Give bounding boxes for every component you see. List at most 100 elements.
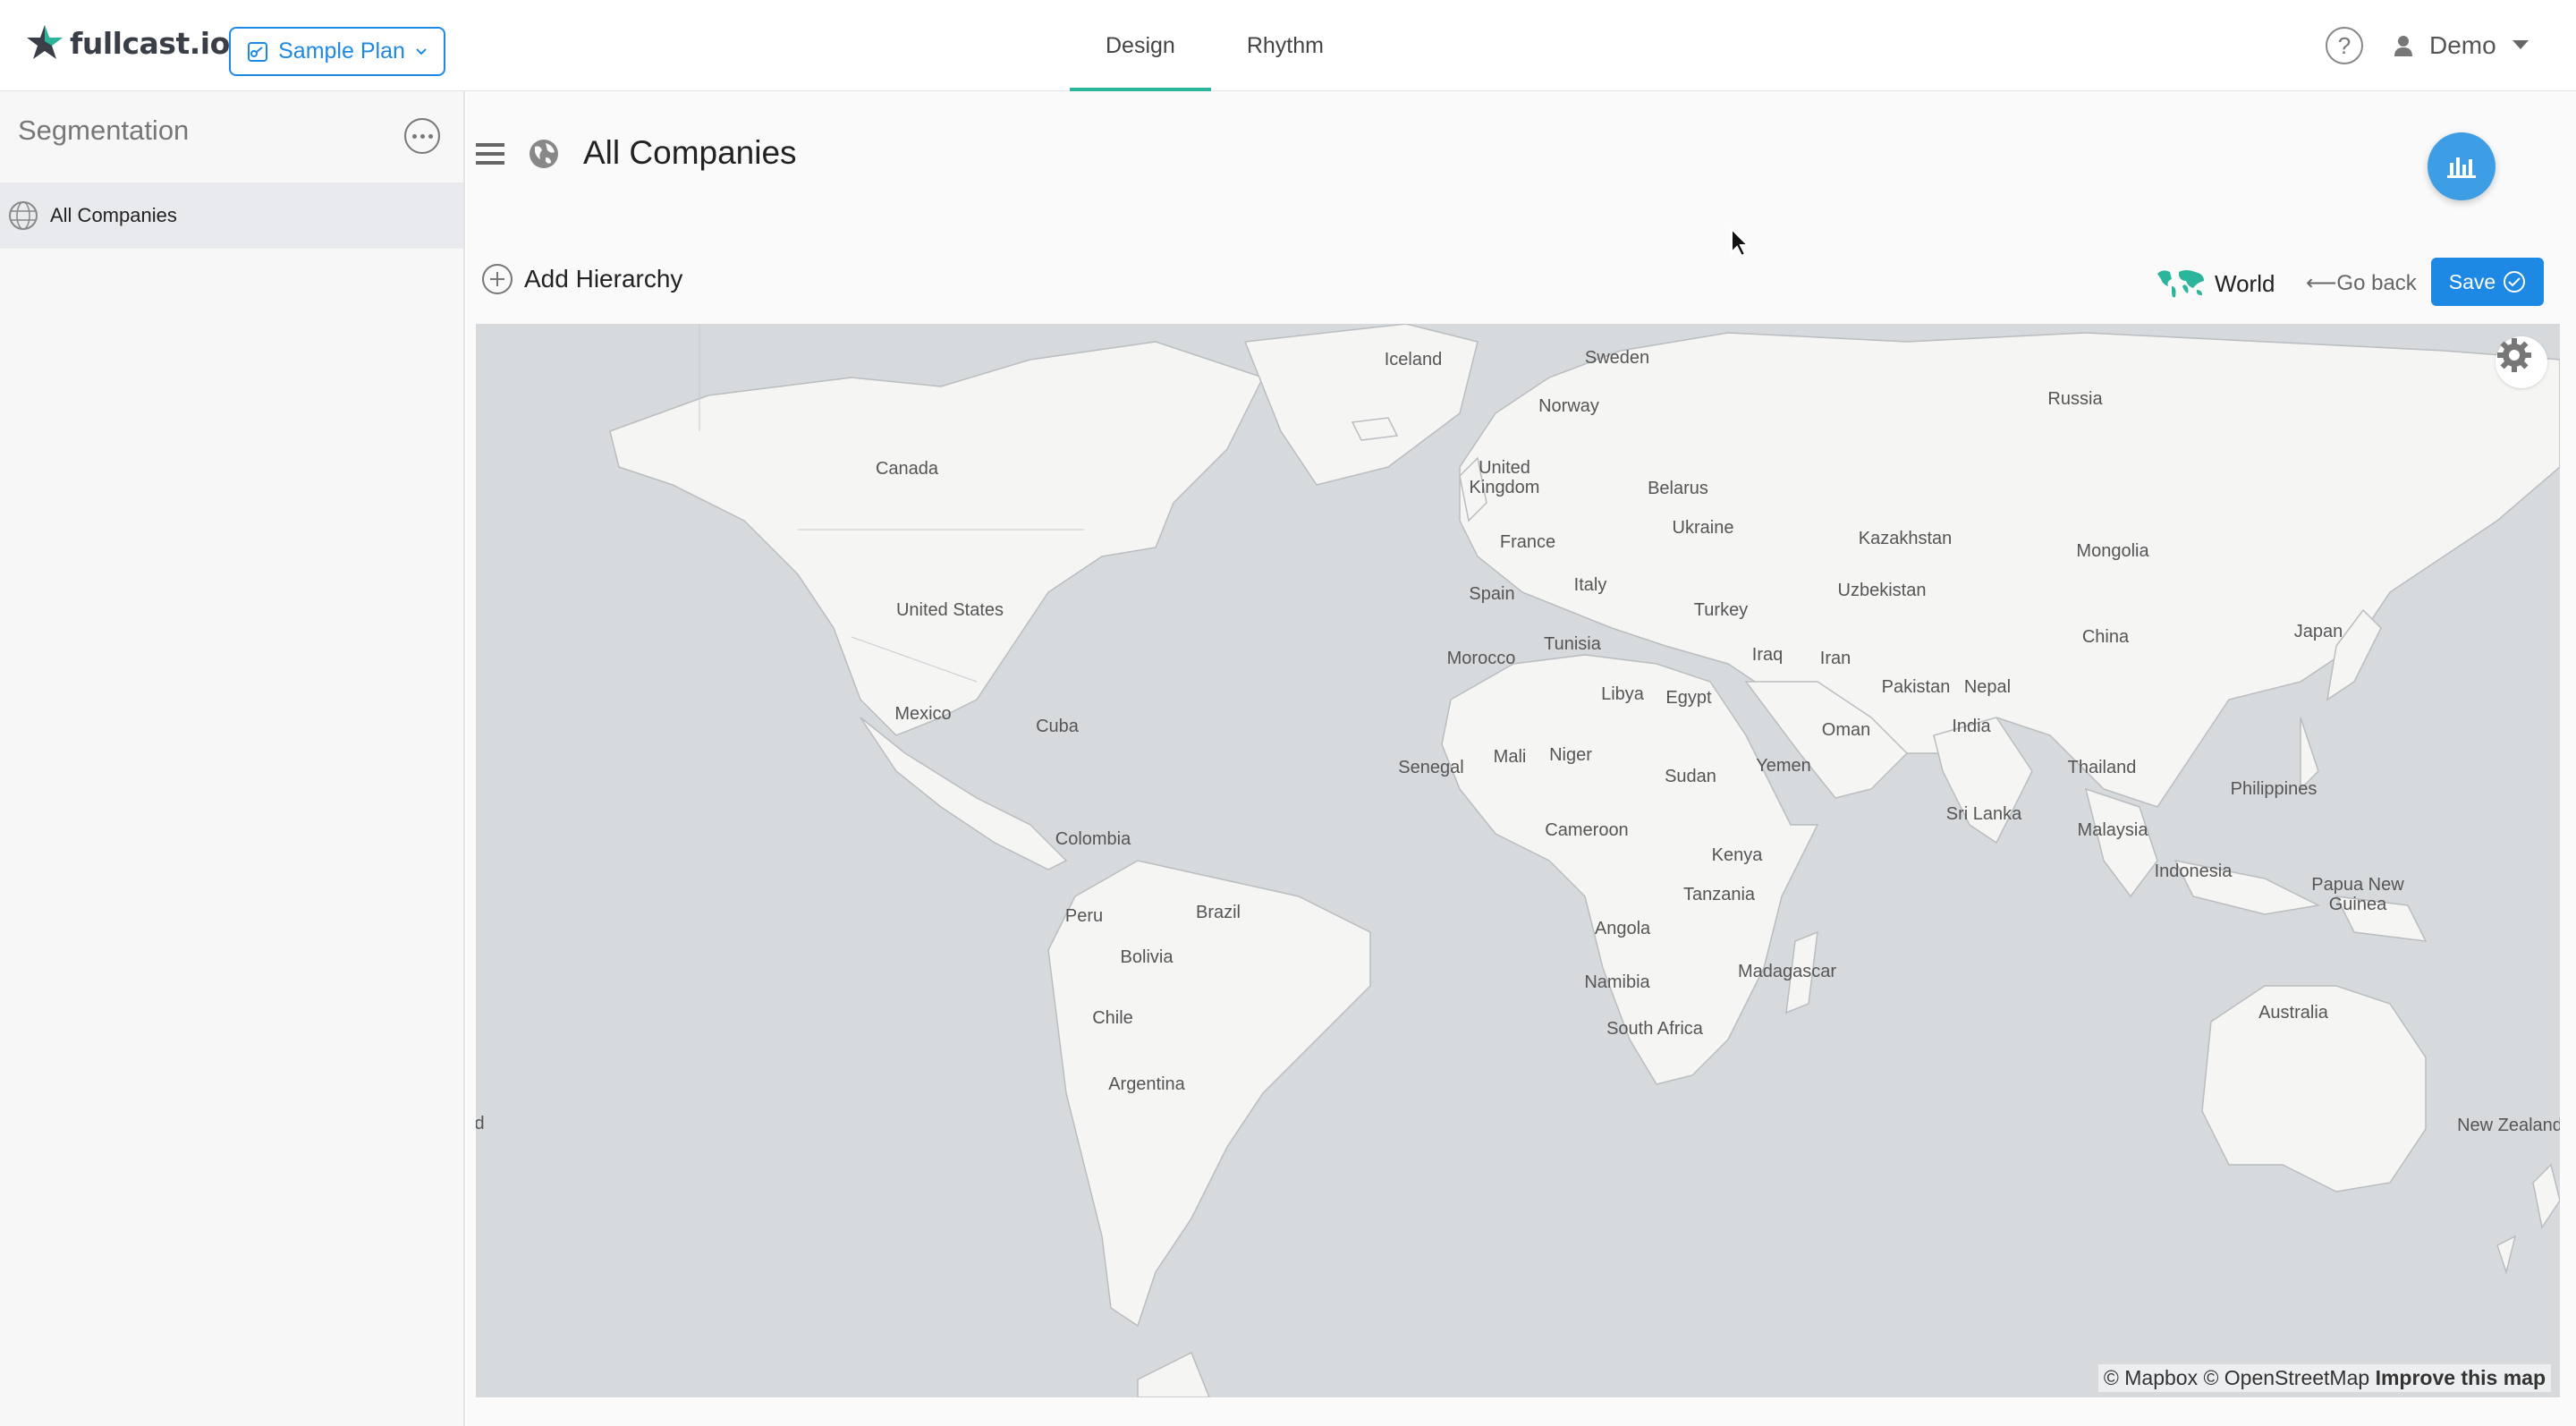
- sidebar-item-all-companies[interactable]: All Companies: [0, 182, 463, 249]
- analytics-button[interactable]: [2428, 132, 2496, 200]
- map-label: Tunisia: [1544, 634, 1601, 654]
- map-label: Madagascar: [1737, 962, 1837, 981]
- map-label: Pakistan: [1881, 677, 1951, 697]
- map-label: Oman: [1821, 720, 1871, 740]
- map-label: Mongolia: [2076, 541, 2149, 561]
- map-label: Cameroon: [1545, 820, 1629, 840]
- map-label: United Kingdom: [1469, 458, 1540, 497]
- sidebar-item-label: All Companies: [50, 204, 177, 226]
- sidebar-title: Segmentation: [18, 115, 190, 146]
- map-label: Canada: [875, 459, 939, 479]
- map-label: Peru: [1064, 906, 1104, 926]
- map-label: Colombia: [1055, 829, 1131, 849]
- iceland-shape: [1351, 417, 1399, 441]
- map-label: Iceland: [1384, 350, 1443, 369]
- plan-icon: [248, 41, 268, 62]
- fullcast-star-icon: [27, 25, 63, 59]
- world-map-icon: [2157, 270, 2204, 298]
- map-label: Egypt: [1665, 688, 1712, 708]
- map-label: France: [1499, 532, 1556, 552]
- antarctica-shape: [1137, 1351, 1210, 1397]
- map-label: Sri Lanka: [1945, 804, 2022, 824]
- map-settings-button[interactable]: [2496, 336, 2547, 388]
- check-circle-icon: [2504, 271, 2526, 293]
- map-label: Yemen: [1756, 756, 1811, 776]
- map-label: Philippines: [2230, 779, 2318, 799]
- map-label: Indonesia: [2154, 862, 2233, 881]
- map-label: Norway: [1538, 396, 1599, 416]
- map-label: Senegal: [1398, 758, 1464, 777]
- map-attribution: © Mapbox © OpenStreetMap Improve this ma…: [2097, 1364, 2551, 1392]
- improve-map-link[interactable]: Improve this map: [2376, 1366, 2546, 1389]
- sidebar: Segmentation All Companies: [0, 91, 465, 1426]
- map-label: Belarus: [1648, 479, 1708, 498]
- map-label: Namibia: [1584, 972, 1650, 992]
- map-label: Tanzania: [1682, 885, 1756, 904]
- map-label: India: [1952, 717, 1991, 736]
- tab-rhythm[interactable]: Rhythm: [1211, 0, 1360, 91]
- map-label: Papua New Guinea: [2311, 875, 2404, 914]
- user-icon: [2394, 36, 2412, 56]
- world-view-toggle[interactable]: World: [2156, 267, 2275, 301]
- map-label: d: [476, 1114, 485, 1133]
- map-label: Libya: [1601, 684, 1644, 704]
- map-label: Australia: [2258, 1003, 2328, 1023]
- map-label: Japan: [2293, 622, 2343, 641]
- go-back-label: Go back: [2336, 271, 2417, 295]
- more-options-icon[interactable]: [404, 118, 440, 154]
- map-label: Malaysia: [2077, 820, 2148, 840]
- map-label: Kazakhstan: [1858, 529, 1953, 548]
- brand-name: fullcast.io: [70, 25, 230, 61]
- map-label: Italy: [1573, 575, 1607, 595]
- map-label: Morocco: [1446, 649, 1516, 668]
- go-back-link[interactable]: ⟵Go back: [2306, 270, 2417, 296]
- south-america-shape: [1047, 860, 1371, 1328]
- map-label: Chile: [1092, 1008, 1133, 1028]
- arrow-left-icon: ⟵: [2306, 271, 2337, 295]
- map-label: Iraq: [1751, 645, 1784, 665]
- plan-label: Sample Plan: [278, 38, 405, 64]
- top-bar: fullcast.io Sample Plan Design Rhythm ? …: [0, 0, 2576, 91]
- map-label: Spain: [1469, 584, 1515, 604]
- bar-chart-icon: [2447, 157, 2476, 178]
- main-panel: All Companies Add Hierarchy World ⟵Go ba…: [467, 91, 2576, 1426]
- caret-down-icon: [2512, 40, 2529, 49]
- map-label: New Zealand: [2457, 1116, 2560, 1135]
- map-label: Nepal: [1963, 677, 2012, 697]
- tab-design[interactable]: Design: [1070, 0, 1211, 91]
- add-hierarchy-label: Add Hierarchy: [524, 265, 683, 293]
- gear-icon: [2497, 338, 2531, 372]
- world-map[interactable]: Iceland Sweden Norway Russia Canada Unit…: [476, 324, 2560, 1397]
- plan-selector-button[interactable]: Sample Plan: [229, 27, 445, 76]
- map-label: South Africa: [1606, 1019, 1703, 1039]
- map-label: Russia: [2047, 389, 2103, 409]
- page-title: All Companies: [583, 134, 797, 171]
- chevron-down-icon: [416, 47, 427, 55]
- map-label: Brazil: [1195, 903, 1241, 922]
- map-label: Argentina: [1108, 1074, 1185, 1094]
- map-label: Turkey: [1693, 600, 1749, 620]
- main-tabs: Design Rhythm: [1070, 0, 1360, 91]
- globe-icon: [9, 201, 38, 230]
- map-label: Niger: [1549, 745, 1592, 765]
- map-label: Cuba: [1036, 717, 1079, 736]
- map-label: Thailand: [2067, 758, 2137, 777]
- mouse-cursor-icon: [1731, 227, 1750, 258]
- world-label: World: [2215, 269, 2275, 297]
- map-label: Ukraine: [1672, 518, 1734, 538]
- map-label: Bolivia: [1120, 947, 1174, 967]
- new-zealand-shape: [2496, 1163, 2560, 1275]
- map-label: Iran: [1819, 649, 1852, 668]
- help-icon[interactable]: ?: [2326, 27, 2363, 64]
- map-label: Mexico: [894, 704, 952, 724]
- save-label: Save: [2448, 269, 2496, 293]
- hamburger-menu-icon[interactable]: [476, 141, 504, 166]
- logo[interactable]: fullcast.io: [25, 23, 230, 63]
- save-button[interactable]: Save: [2431, 258, 2544, 306]
- add-hierarchy-button[interactable]: Add Hierarchy: [481, 263, 682, 295]
- map-label: Kenya: [1711, 845, 1763, 865]
- user-name: Demo: [2429, 31, 2496, 59]
- globe-icon: [530, 140, 558, 168]
- map-label: Mali: [1493, 747, 1527, 767]
- user-menu[interactable]: Demo: [2394, 27, 2529, 64]
